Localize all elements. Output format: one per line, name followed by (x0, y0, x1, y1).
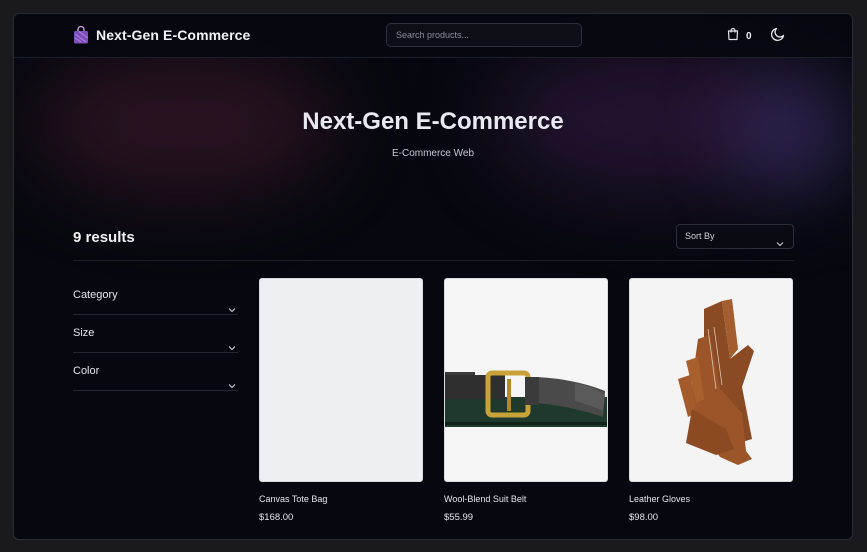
filter-category[interactable]: Category (73, 277, 238, 315)
top-navbar: Next-Gen E-Commerce 0 (14, 14, 852, 58)
product-image[interactable] (629, 278, 793, 482)
moon-icon (770, 27, 786, 46)
hero-title: Next-Gen E-Commerce (302, 108, 564, 135)
sort-dropdown[interactable]: Sort By (676, 224, 794, 249)
filter-sidebar: Category Size Color (73, 277, 238, 391)
product-card[interactable]: Leather Gloves $98.00 (629, 278, 793, 523)
cart-button[interactable]: 0 (726, 27, 752, 46)
product-price: $98.00 (629, 512, 659, 523)
product-name[interactable]: Canvas Tote Bag (259, 494, 423, 504)
search-input[interactable] (386, 23, 582, 47)
brand-name: Next-Gen E-Commerce (96, 27, 251, 43)
product-card[interactable]: Wool-Blend Suit Belt $55.99 (444, 278, 608, 523)
sort-label: Sort By (685, 231, 715, 241)
cart-count: 0 (746, 31, 752, 42)
chevron-down-icon (228, 368, 236, 405)
product-image[interactable] (259, 278, 423, 482)
app-window: Next-Gen E-Commerce 0 Next-Gen E-Commerc… (13, 13, 853, 540)
hero-subtitle: E-Commerce Web (391, 148, 475, 159)
brand-logo-link[interactable]: Next-Gen E-Commerce (73, 25, 251, 44)
product-price: $55.99 (444, 512, 474, 523)
filter-label: Category (73, 289, 118, 301)
product-name[interactable]: Wool-Blend Suit Belt (444, 494, 608, 504)
product-name[interactable]: Leather Gloves (629, 494, 793, 504)
filter-label: Color (73, 365, 100, 377)
product-price: $168.00 (259, 512, 294, 523)
shopping-bag-icon (73, 25, 89, 44)
filter-label: Size (73, 327, 95, 339)
product-image[interactable] (444, 278, 608, 482)
gloves-image (678, 299, 754, 465)
cart-icon (726, 27, 740, 46)
results-divider (73, 260, 794, 261)
chevron-down-icon (776, 233, 784, 256)
theme-toggle-button[interactable] (770, 26, 786, 47)
filter-color[interactable]: Color (73, 353, 238, 391)
filter-size[interactable]: Size (73, 315, 238, 353)
belt-image (445, 370, 607, 427)
results-count: 9 results (73, 229, 135, 246)
product-card[interactable]: Canvas Tote Bag $168.00 (259, 278, 423, 523)
